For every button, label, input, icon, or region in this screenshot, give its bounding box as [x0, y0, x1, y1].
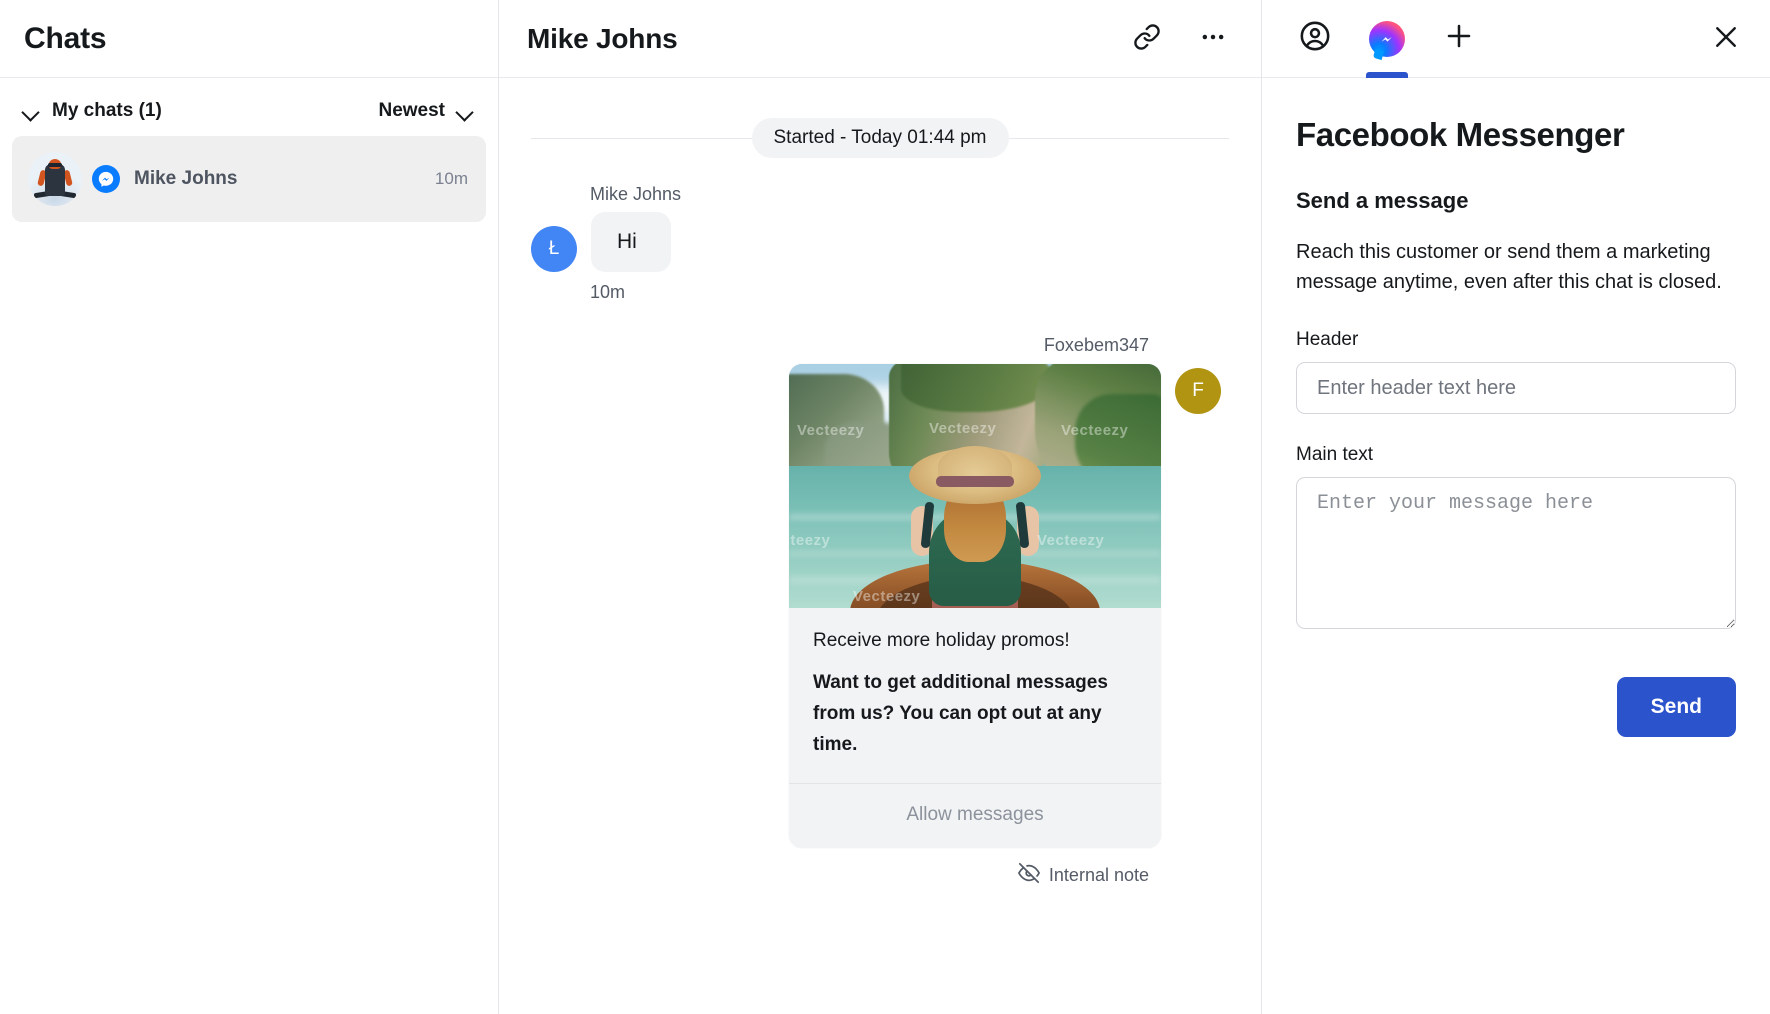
avatar: F — [1175, 368, 1221, 414]
avatar: Ł — [531, 226, 577, 272]
tab-profile[interactable] — [1292, 0, 1338, 78]
user-circle-icon — [1298, 19, 1332, 58]
conversation-started-divider: Started - Today 01:44 pm — [531, 118, 1229, 158]
header-field-group: Header — [1296, 329, 1736, 414]
chat-list: Mike Johns 10m — [0, 136, 498, 222]
incoming-message: Mike Johns Ł Hi 10m — [531, 184, 1229, 303]
chats-subheader: My chats (1) Newest — [0, 78, 498, 136]
conversation-pane: Mike Johns — [499, 0, 1262, 1014]
main-text-field-label: Main text — [1296, 444, 1736, 466]
promo-card: Vecteezy Vecteezy Vecteezy Vecteezy Vect… — [789, 364, 1161, 848]
message-timestamp: 10m — [590, 282, 1229, 303]
promo-card-subtext: Want to get additional messages from us?… — [813, 667, 1137, 761]
chats-sidebar: Chats My chats (1) Newest — [0, 0, 499, 1014]
list-item[interactable]: Mike Johns 10m — [12, 136, 486, 222]
header-input[interactable] — [1296, 362, 1736, 414]
page-title: Chats — [24, 22, 106, 56]
outgoing-message: Foxebem347 — [531, 335, 1221, 889]
internal-note-toggle[interactable]: Internal note — [1018, 862, 1149, 889]
avatar — [28, 152, 82, 206]
send-row: Send — [1296, 677, 1736, 737]
promo-card-body: Receive more holiday promos! Want to get… — [789, 608, 1161, 783]
user-photo-avatar — [28, 152, 82, 206]
messenger-icon — [1369, 21, 1405, 57]
sort-dropdown[interactable]: Newest — [378, 100, 474, 122]
tab-add-app[interactable] — [1436, 0, 1482, 78]
header-field-label: Header — [1296, 329, 1736, 351]
message-list: Started - Today 01:44 pm Mike Johns Ł Hi… — [499, 78, 1261, 1014]
app-panel-subtitle: Send a message — [1296, 188, 1736, 214]
list-item-name: Mike Johns — [134, 168, 435, 190]
app-panel-header — [1262, 0, 1770, 78]
message-sender-name: Mike Johns — [590, 184, 1229, 205]
eye-off-icon — [1018, 862, 1040, 889]
conversation-actions — [1127, 19, 1233, 59]
close-icon — [1711, 22, 1741, 55]
conversation-title: Mike Johns — [527, 23, 1127, 55]
close-panel-button[interactable] — [1706, 19, 1746, 59]
my-chats-label: My chats (1) — [52, 100, 162, 122]
list-item-time: 10m — [435, 169, 468, 189]
sidebar-header: Chats — [0, 0, 498, 78]
message-bubble: Hi — [591, 212, 671, 272]
app-panel-title: Facebook Messenger — [1296, 116, 1736, 154]
link-icon — [1133, 23, 1161, 54]
my-chats-toggle[interactable]: My chats (1) — [22, 100, 162, 122]
promo-card-image: Vecteezy Vecteezy Vecteezy Vecteezy Vect… — [789, 364, 1161, 608]
ellipsis-icon — [1199, 23, 1227, 54]
more-options-button[interactable] — [1193, 19, 1233, 59]
messenger-icon — [92, 165, 120, 193]
tab-messenger[interactable] — [1364, 0, 1410, 78]
app-panel-description: Reach this customer or send them a marke… — [1296, 238, 1736, 297]
started-timestamp: Started - Today 01:44 pm — [752, 118, 1009, 158]
app-root: Chats My chats (1) Newest — [0, 0, 1770, 1014]
conversation-header: Mike Johns — [499, 0, 1261, 78]
sort-dropdown-label: Newest — [378, 100, 445, 122]
chevron-down-icon — [22, 106, 40, 117]
main-text-input[interactable] — [1296, 477, 1736, 629]
internal-note-label: Internal note — [1049, 865, 1149, 886]
copy-link-button[interactable] — [1127, 19, 1167, 59]
divider-line-right — [1009, 138, 1230, 139]
divider-line-left — [531, 138, 752, 139]
app-panel-tabs — [1292, 0, 1706, 78]
app-panel: Facebook Messenger Send a message Reach … — [1262, 0, 1770, 1014]
send-button[interactable]: Send — [1617, 677, 1736, 737]
app-panel-body: Facebook Messenger Send a message Reach … — [1262, 78, 1770, 1014]
chevron-down-icon — [456, 106, 474, 117]
allow-messages-button[interactable]: Allow messages — [789, 783, 1161, 848]
plus-icon — [1443, 20, 1475, 57]
main-text-field-group: Main text — [1296, 444, 1736, 629]
promo-card-headline: Receive more holiday promos! — [813, 628, 1137, 654]
message-sender-name: Foxebem347 — [1044, 335, 1149, 356]
